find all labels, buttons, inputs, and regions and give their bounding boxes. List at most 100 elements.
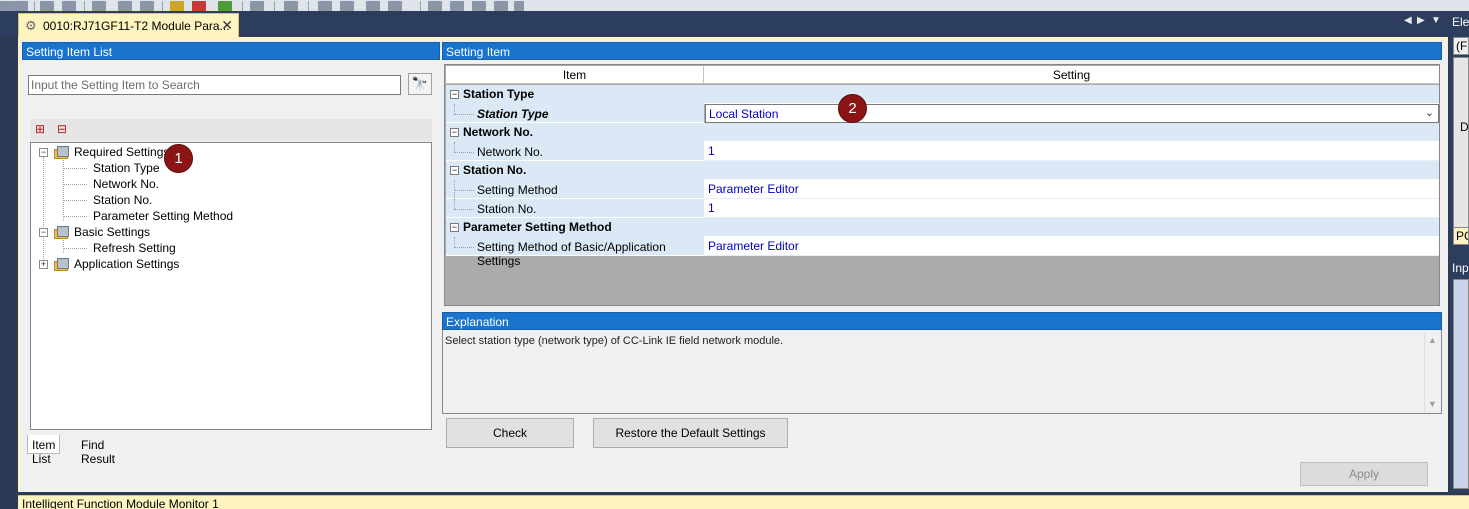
explanation-scrollbar[interactable]: ▲ ▼ xyxy=(1424,333,1440,413)
column-header-setting: Setting xyxy=(1052,68,1091,82)
toolbar-icon[interactable] xyxy=(340,1,354,11)
tree-connector xyxy=(454,190,474,191)
toolbar-icon[interactable] xyxy=(366,1,380,11)
toolbar-icon[interactable] xyxy=(388,1,402,11)
collapse-icon[interactable]: − xyxy=(450,128,459,137)
tree-connector xyxy=(63,200,87,201)
dock-lower-box xyxy=(1453,279,1469,489)
toolbar-icon[interactable] xyxy=(14,1,28,11)
collapse-icon[interactable]: − xyxy=(450,223,459,232)
toolbar-icon[interactable] xyxy=(40,1,54,11)
item-cell: Station No. xyxy=(446,199,704,218)
toolbar-icon[interactable] xyxy=(140,1,154,11)
scroll-down-icon[interactable]: ▼ xyxy=(1428,399,1437,409)
item-cell: Setting Method of Basic/Application Sett… xyxy=(446,237,704,268)
apply-button[interactable]: Apply xyxy=(1300,462,1428,486)
item-label: Network No. xyxy=(477,145,544,159)
tree-node-required-settings[interactable]: Required Settings xyxy=(74,145,169,159)
category-row: − Station No. xyxy=(446,161,1439,180)
tree-connector xyxy=(63,168,87,169)
toolbar-separator xyxy=(274,1,275,11)
setting-item-list-header: Setting Item List xyxy=(22,42,440,60)
tree-node-refresh-setting[interactable]: Refresh Setting xyxy=(93,241,176,255)
setting-row-basic-application-method: Setting Method of Basic/Application Sett… xyxy=(446,237,1439,268)
setting-row-station-type: Station Type Local Station ⌄ xyxy=(446,104,1439,123)
toolbar-icon[interactable] xyxy=(250,1,264,11)
toolbar-separator xyxy=(162,1,163,11)
toolbar-icon[interactable] xyxy=(92,1,106,11)
scroll-up-icon[interactable]: ▲ xyxy=(1428,335,1437,345)
category-label: Station Type xyxy=(463,87,535,101)
station-type-select[interactable]: Local Station ⌄ xyxy=(705,104,1439,123)
setting-item-list-panel: Setting Item List Input the Setting Item… xyxy=(22,42,440,492)
setting-tree: − Required Settings Station Type Network… xyxy=(30,142,432,430)
tree-node-station-no[interactable]: Station No. xyxy=(93,193,152,207)
tree-node-network-no[interactable]: Network No. xyxy=(93,177,159,191)
tree-connector xyxy=(43,157,44,269)
network-no-value[interactable]: 1 xyxy=(704,142,1439,161)
tree-node-application-settings[interactable]: Application Settings xyxy=(74,257,179,271)
expand-all-icon[interactable]: ⊞ xyxy=(32,122,48,138)
toolbar-separator xyxy=(420,1,421,11)
toolbar-icon[interactable] xyxy=(118,1,132,11)
item-label: Setting Method xyxy=(477,183,558,197)
restore-default-button[interactable]: Restore the Default Settings xyxy=(593,418,788,448)
dock-filter-box[interactable]: (Fi xyxy=(1453,37,1469,55)
toolbar-icon[interactable] xyxy=(170,1,184,11)
toolbar-icon[interactable] xyxy=(62,1,76,11)
dock-list-label: D xyxy=(1460,120,1469,134)
toolbar-icon[interactable] xyxy=(318,1,332,11)
expand-icon[interactable]: + xyxy=(39,260,48,269)
settings-folder-icon xyxy=(53,226,70,239)
collapse-icon[interactable]: − xyxy=(39,148,48,157)
module-parameter-editor: Setting Item List Input the Setting Item… xyxy=(18,37,1448,492)
item-label: Station No. xyxy=(477,202,537,216)
tree-connector xyxy=(63,237,64,253)
close-icon[interactable]: ✕ xyxy=(221,17,233,34)
setting-row-station-no: Station No. 1 xyxy=(446,199,1439,218)
collapse-all-icon[interactable]: ⊟ xyxy=(54,122,70,138)
toolbar-icon[interactable] xyxy=(514,1,524,11)
tree-node-basic-settings[interactable]: Basic Settings xyxy=(74,225,150,239)
scroll-right-icon[interactable]: ▶ xyxy=(1417,15,1425,26)
tree-connector xyxy=(454,152,474,153)
monitor-tab-bar[interactable]: Intelligent Function Module Monitor 1 xyxy=(18,495,1469,509)
explanation-panel: Explanation Select station type (network… xyxy=(442,312,1442,414)
tree-node-parameter-setting-method[interactable]: Parameter Setting Method xyxy=(93,209,233,223)
search-input[interactable]: Input the Setting Item to Search xyxy=(28,75,401,95)
tab-menu-icon[interactable]: ▼ xyxy=(1431,15,1441,26)
dock-tab[interactable]: PC xyxy=(1453,227,1469,245)
tab-find-result[interactable]: Find Result xyxy=(77,435,119,466)
toolbar-icon[interactable] xyxy=(472,1,486,11)
document-tab[interactable]: ⚙ 0010:RJ71GF11-T2 Module Para... ✕ xyxy=(18,13,239,37)
toolbar-icon[interactable] xyxy=(284,1,298,11)
toolbar-icon[interactable] xyxy=(218,1,232,11)
tree-connector xyxy=(454,199,455,209)
category-row: − Network No. xyxy=(446,123,1439,142)
basic-application-method-value[interactable]: Parameter Editor xyxy=(704,237,1439,256)
tab-item-list[interactable]: Item List xyxy=(27,435,61,466)
toolbar-icon[interactable] xyxy=(0,1,14,11)
check-button[interactable]: Check xyxy=(446,418,574,448)
toolbar-icon[interactable] xyxy=(192,1,206,11)
station-no-value[interactable]: 1 xyxy=(704,199,1439,218)
collapse-icon[interactable]: − xyxy=(450,166,459,175)
grid-header: Item Setting xyxy=(446,66,1439,84)
find-button[interactable]: 🔭 xyxy=(408,73,432,95)
setting-method-value[interactable]: Parameter Editor xyxy=(704,180,1439,199)
right-dock: Ele (Fi D PC Inp xyxy=(1449,11,1469,492)
toolbar-icon[interactable] xyxy=(494,1,508,11)
scroll-left-icon[interactable]: ◀ xyxy=(1404,15,1412,26)
item-cell: Setting Method xyxy=(446,180,704,199)
toolbar-icon[interactable] xyxy=(428,1,442,11)
category-label: Parameter Setting Method xyxy=(463,220,612,234)
collapse-icon[interactable]: − xyxy=(39,228,48,237)
tree-toolbar: ⊞ ⊟ xyxy=(30,119,432,141)
collapse-icon[interactable]: − xyxy=(450,90,459,99)
category-row: − Station Type xyxy=(446,85,1439,104)
item-label: Station Type xyxy=(477,107,549,121)
tree-node-station-type[interactable]: Station Type xyxy=(93,161,160,175)
chevron-down-icon[interactable]: ⌄ xyxy=(1425,106,1434,119)
explanation-text: Select station type (network type) of CC… xyxy=(445,335,784,347)
toolbar-icon[interactable] xyxy=(450,1,464,11)
